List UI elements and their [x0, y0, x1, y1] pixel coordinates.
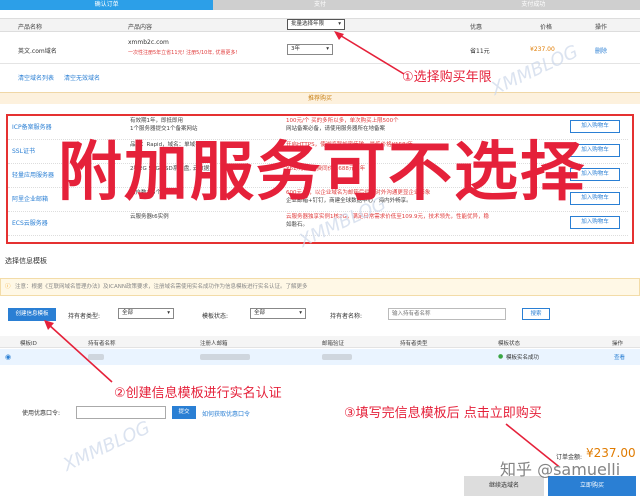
th-holder-type: 持有者类型	[400, 341, 428, 347]
col-product-content: 产品内容	[128, 24, 153, 31]
delete-link[interactable]: 删除	[595, 46, 607, 55]
step-success: 支付成功	[426, 0, 640, 10]
order-promo: 一次性注册5年立省11元! 注册5/10年, 优惠更多!	[128, 50, 238, 56]
coupon-row: 使用优惠口令:	[22, 408, 60, 417]
coupon-label: 使用优惠口令:	[22, 410, 61, 417]
notice-text: 注意：根据《互联网域名管理办法》及ICANN政策要求，注册域名需使用实名成功作为…	[15, 284, 308, 290]
th-template-state: 模板状态	[498, 341, 521, 347]
redacted-email	[200, 354, 250, 360]
col-action: 操作	[595, 24, 608, 31]
info-icon: ⓘ	[5, 284, 11, 290]
check-circle-icon: ●	[498, 353, 504, 360]
view-link[interactable]: 查看	[614, 353, 625, 361]
order-product-name: 英文.com域名	[18, 48, 57, 55]
chevron-down-icon: ▾	[299, 310, 302, 316]
template-status: 模板实名成功	[506, 355, 540, 361]
coupon-input[interactable]	[76, 406, 166, 419]
annotation-2: ②创建信息模板进行实名认证	[114, 386, 282, 401]
order-domain: xmmb2c.com	[128, 39, 169, 46]
th-email-verify: 邮箱验证	[322, 341, 345, 347]
annotation-1: ①选择购买年限	[402, 70, 492, 85]
arrow-1	[334, 31, 405, 75]
service-desc: 有效期1年，即抵即用 1个服务器提交1个备案网站	[130, 118, 198, 132]
service-name[interactable]: 阿里企业邮箱	[12, 194, 48, 203]
service-promo: 100元/个 买的多所以多，单次购买上限500个 网站备案必备，请使用服务器所在地…	[286, 118, 399, 132]
years-select[interactable]: 3年 ▾	[287, 44, 333, 55]
checkout-steps: 确认订单 支付 支付成功	[0, 0, 640, 10]
add-to-cart-button[interactable]: 加入购物车	[570, 120, 620, 133]
coupon-submit-button[interactable]: 提交	[172, 406, 196, 419]
years-value: 3年	[291, 46, 300, 52]
step-pay: 支付	[213, 0, 427, 10]
chevron-down-icon: ▾	[167, 310, 170, 316]
overlay-caption: 附加服务可不选择	[58, 136, 586, 210]
recommend-bar: 推荐购买	[0, 92, 640, 104]
th-action: 操作	[612, 341, 624, 347]
quick-years-label: 批量选择年限	[291, 21, 325, 27]
annotation-3: ③填写完信息模板后 点击立即购买	[344, 406, 542, 421]
col-discount: 优惠	[470, 24, 483, 31]
th-template-id: 模板ID	[20, 341, 37, 347]
add-to-cart-button[interactable]: 加入购物车	[570, 216, 620, 229]
service-name[interactable]: ECS云服务器	[12, 218, 48, 227]
clear-list-link[interactable]: 清空域名列表	[18, 73, 54, 82]
section-title: 选择信息模板	[5, 257, 47, 265]
radio-selected-icon[interactable]: ◉	[5, 353, 11, 361]
search-button[interactable]: 搜索	[522, 308, 550, 320]
redacted-verify	[322, 354, 352, 360]
coupon-help-link[interactable]: 如何获取优惠口令	[202, 409, 250, 418]
template-state-select[interactable]: 全部 ▾	[250, 308, 306, 319]
holder-name-input[interactable]	[388, 308, 506, 320]
service-desc: 云服务器t6实例	[130, 214, 169, 220]
holder-type-value: 全部	[122, 310, 134, 316]
notice-bar: ⓘ 注意：根据《互联网域名管理办法》及ICANN政策要求，注册域名需使用实名成功…	[0, 278, 640, 296]
clear-invalid-link[interactable]: 清空无效域名	[64, 73, 100, 82]
template-state-label: 模板状态:	[202, 313, 229, 320]
template-state-value: 全部	[254, 310, 266, 316]
th-email: 注册人邮箱	[200, 341, 228, 347]
service-name[interactable]: SSL证书	[12, 146, 35, 155]
col-product-name: 产品名称	[18, 24, 43, 31]
author-watermark: 知乎 @samuelli	[500, 460, 621, 479]
step-confirm: 确认订单	[0, 0, 214, 10]
service-name[interactable]: ICP备案服务器	[12, 122, 52, 131]
chevron-down-icon: ▾	[326, 46, 329, 52]
col-price: 价格	[540, 24, 553, 31]
arrow-2	[44, 320, 113, 383]
holder-name-label: 持有者名称:	[330, 313, 363, 320]
holder-type-select[interactable]: 全部 ▾	[118, 308, 174, 319]
service-name[interactable]: 轻量应用服务器	[12, 170, 54, 179]
order-discount: 省11元	[470, 48, 490, 55]
